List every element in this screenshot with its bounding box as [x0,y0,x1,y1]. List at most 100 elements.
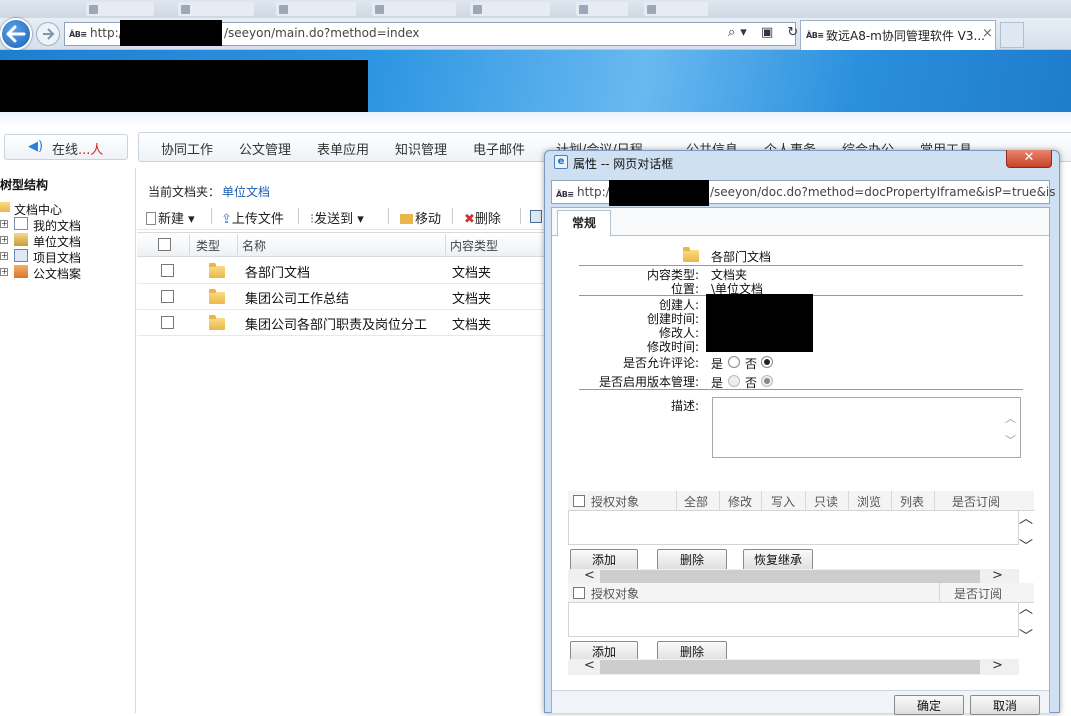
expand-icon[interactable]: + [0,252,8,260]
scroll-thumb[interactable] [600,570,980,584]
dialog-close-button[interactable]: ✕ [1006,150,1052,168]
yes-label: 是 [711,357,724,371]
back-button[interactable] [0,18,32,50]
new-button[interactable]: 新建 ▾ [146,208,195,227]
version-no-radio[interactable] [761,375,773,387]
new-doc-icon [146,212,156,225]
expand-icon[interactable]: + [0,268,8,276]
redacted-host [609,180,709,206]
grid2-scroll-up-icon[interactable]: ︿ [1019,598,1033,618]
menu-official-docs[interactable]: 公文管理 [239,139,291,158]
header-separator [676,491,677,511]
scroll-up-icon[interactable]: ︿ [1005,410,1016,426]
toolbar-separator [520,208,521,224]
grid2-scroll-down-icon[interactable]: ﹀ [1019,626,1033,646]
col-content-type[interactable]: 内容类型 [450,237,498,254]
background-tab[interactable] [86,2,154,16]
forward-button[interactable] [36,22,60,46]
grid1-col-write[interactable]: 写入 [771,493,795,510]
scroll-left-icon[interactable]: < [584,658,595,673]
tree-node-label: 项目文档 [33,251,82,265]
scroll-left-icon[interactable]: < [584,568,595,583]
browser-tab-strip [0,0,1071,18]
grid2-col-subject[interactable]: 授权对象 [591,585,639,602]
col-type[interactable]: 类型 [196,237,220,254]
grid1-col-subscribe[interactable]: 是否订阅 [952,493,1000,510]
grid2-col-subscribe[interactable]: 是否订阅 [954,585,1002,602]
background-tab[interactable] [644,2,708,16]
menu-email[interactable]: 电子邮件 [473,139,525,158]
scroll-right-icon[interactable]: > [992,658,1003,673]
upload-button[interactable]: ⇪上传文件 [221,208,284,227]
allow-comment-no-radio[interactable] [761,356,773,368]
scroll-thumb[interactable] [600,660,980,674]
archive-icon [14,265,28,278]
description-textarea[interactable] [712,397,1021,458]
row-name[interactable]: 集团公司工作总结 [245,288,349,307]
tab-close-icon[interactable]: × [982,26,993,41]
page-favicon-icon: ÄB≡ [69,30,87,39]
row-checkbox[interactable] [161,290,174,303]
grid1-col-readonly[interactable]: 只读 [814,493,838,510]
new-tab-button[interactable] [1000,22,1024,48]
select-all-checkbox[interactable] [158,238,171,251]
menu-collaboration[interactable]: 协同工作 [161,139,213,158]
cancel-button[interactable]: 取消 [970,695,1040,715]
redacted-logo [0,60,368,112]
scroll-down-icon[interactable]: ﹀ [1005,432,1016,448]
background-tab[interactable] [372,2,456,16]
row-name[interactable]: 各部门文档 [245,262,310,281]
col-name[interactable]: 名称 [242,237,266,254]
grid1-delete-button[interactable]: 删除 [657,549,727,571]
toolbar-separator [388,208,389,224]
send-to-button[interactable]: ⁝发送到 ▾ [310,208,364,227]
background-tab[interactable] [576,2,628,16]
menu-forms[interactable]: 表单应用 [317,139,369,158]
folder-icon [209,263,225,278]
folder-icon [209,289,225,304]
grid2-hscrollbar[interactable] [568,659,1019,675]
grid1-col-all[interactable]: 全部 [684,493,708,510]
address-bar-icons[interactable]: ⌕▾ ▣ ↻ [728,25,803,40]
restore-inherit-button[interactable]: 恢复继承 [743,549,813,571]
grid2-select-all[interactable] [573,587,585,599]
header-separator [719,491,720,511]
background-tab[interactable] [276,2,356,16]
scroll-right-icon[interactable]: > [992,568,1003,583]
label-allow-comment: 是否允许评论: [622,356,699,370]
row-checkbox[interactable] [161,264,174,277]
background-tab[interactable] [470,2,550,16]
row-type: 文档夹 [452,266,492,281]
grid1-col-subject[interactable]: 授权对象 [591,493,639,510]
folder-icon [0,202,10,212]
expand-icon[interactable]: + [0,236,8,244]
grid1-select-all[interactable] [573,495,585,507]
grid1-col-list[interactable]: 列表 [900,493,924,510]
grid1-add-button[interactable]: 添加 [570,549,638,571]
building-icon [14,233,28,246]
delete-button[interactable]: ✖删除 [464,208,501,227]
grid1-scroll-down-icon[interactable]: ﹀ [1019,536,1033,556]
label-modified: 修改时间: [646,340,699,354]
grid1-col-browse[interactable]: 浏览 [857,493,881,510]
allow-comment-yes-radio[interactable] [728,356,740,368]
move-label: 移动 [415,212,442,227]
menu-knowledge[interactable]: 知识管理 [395,139,447,158]
properties-icon[interactable] [530,210,542,223]
redacted-host [120,20,222,46]
expand-icon[interactable]: + [0,220,8,228]
grid1-scroll-up-icon[interactable]: ︿ [1019,508,1033,528]
row-name[interactable]: 集团公司各部门职责及岗位分工 [245,314,427,333]
version-yes-radio[interactable] [728,375,740,387]
row-checkbox[interactable] [161,316,174,329]
toolbar-separator [211,208,212,224]
online-users-label: 在线...人 [52,143,104,158]
delete-label: 删除 [474,212,501,227]
move-button[interactable]: 移动 [400,208,441,227]
ok-button[interactable]: 确定 [894,695,964,715]
grid1-col-modify[interactable]: 修改 [728,493,752,510]
current-folder-value[interactable]: 单位文档 [222,183,270,200]
background-tab[interactable] [178,2,254,16]
tab-general[interactable]: 常规 [557,210,611,237]
no-label: 否 [745,357,758,371]
